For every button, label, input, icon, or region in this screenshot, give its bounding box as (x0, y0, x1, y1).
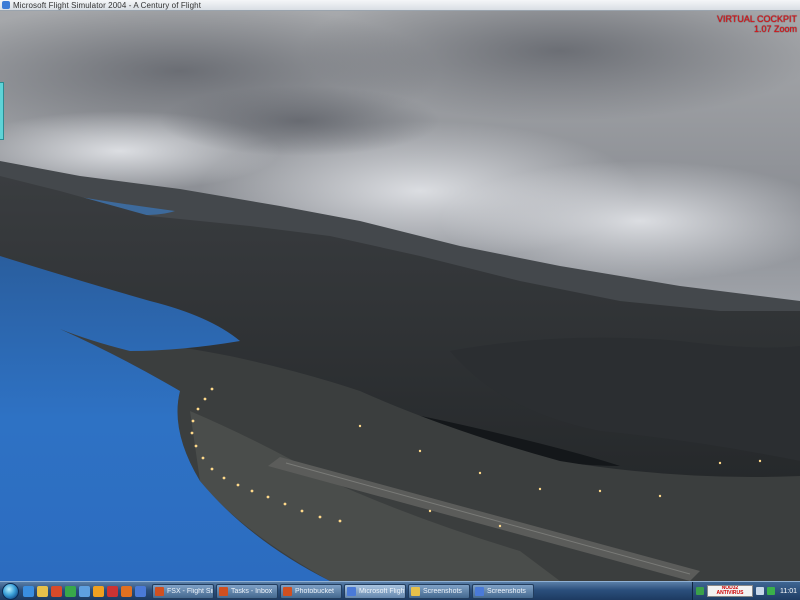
view-hud: VIRTUAL COCKPIT 1.07 Zoom (717, 14, 797, 34)
window-titlebar[interactable]: Microsoft Flight Simulator 2004 - A Cent… (0, 0, 800, 11)
app-icon (2, 1, 10, 9)
folder-icon[interactable] (37, 585, 48, 597)
task-app-icon (347, 586, 356, 596)
task-button[interactable]: FSX - Flight Sim (152, 583, 214, 599)
task-label: Tasks - Inbox (231, 587, 273, 595)
task-label: Microsoft Flight (359, 587, 405, 595)
task-button[interactable]: Photobucket (280, 583, 342, 599)
antivirus-badge[interactable]: NOD32 ANTIVIRUS (707, 585, 753, 597)
download-icon[interactable] (107, 585, 118, 597)
task-button[interactable]: Screenshots (472, 583, 534, 599)
update-icon[interactable] (767, 587, 775, 595)
simulator-viewport[interactable] (0, 11, 800, 581)
task-label: Screenshots (487, 587, 526, 595)
firefox-icon[interactable] (121, 585, 132, 597)
task-button[interactable]: Tasks - Inbox (216, 583, 278, 599)
network-icon[interactable] (696, 587, 704, 595)
chat-icon[interactable] (93, 585, 104, 597)
system-tray: NOD32 ANTIVIRUS 11:01 (692, 581, 800, 600)
task-label: Photobucket (295, 587, 334, 595)
start-button[interactable] (2, 582, 19, 600)
task-app-icon (155, 586, 164, 596)
clock[interactable]: 11:01 (780, 588, 797, 595)
browser-icon[interactable] (23, 585, 34, 597)
scenery-view (0, 11, 800, 581)
quick-launch (23, 585, 146, 597)
task-label: Screenshots (423, 587, 462, 595)
help-icon[interactable] (135, 585, 146, 597)
task-button[interactable]: Screenshots (408, 583, 470, 599)
task-app-icon (283, 586, 292, 596)
zoom-label: 1.07 Zoom (753, 24, 797, 34)
task-app-icon (475, 586, 484, 596)
task-button[interactable]: Microsoft Flight (344, 583, 406, 599)
side-panel-tab[interactable] (0, 82, 4, 140)
messenger-icon[interactable] (65, 585, 76, 597)
taskbar: FSX - Flight Sim Tasks - Inbox Photobucket… (0, 581, 800, 600)
task-app-icon (219, 586, 228, 596)
task-app-icon (411, 586, 420, 596)
task-label: FSX - Flight Sim (167, 587, 213, 595)
media-icon[interactable] (51, 585, 62, 597)
volume-icon[interactable] (756, 587, 764, 595)
view-mode-label: VIRTUAL COCKPIT (716, 14, 797, 24)
task-buttons: FSX - Flight Sim Tasks - Inbox Photobucket… (152, 583, 536, 599)
window-title: Microsoft Flight Simulator 2004 - A Cent… (13, 0, 202, 10)
monitor-icon[interactable] (79, 585, 90, 597)
